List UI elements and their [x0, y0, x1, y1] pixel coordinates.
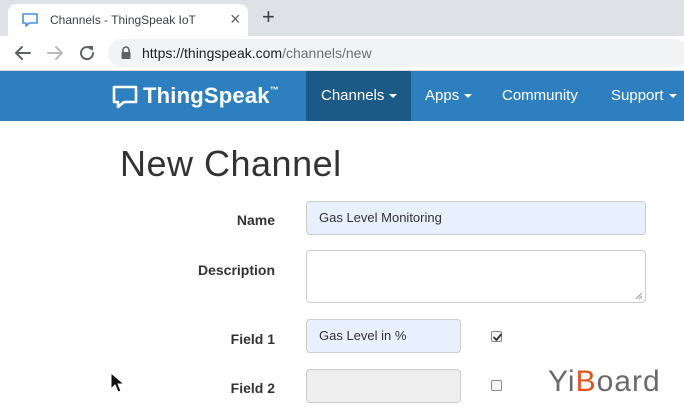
chevron-down-icon	[464, 94, 473, 99]
nav-channels[interactable]: Channels	[306, 71, 411, 121]
url-text: https://thingspeak.com/channels/new	[142, 45, 372, 61]
back-arrow-icon[interactable]	[12, 42, 34, 64]
brand-name: ThingSpeak™	[143, 83, 279, 109]
mouse-cursor-icon	[110, 372, 126, 393]
tab-title: Channels - ThingSpeak IoT	[50, 13, 196, 27]
description-textarea[interactable]	[306, 250, 646, 303]
new-tab-icon[interactable]: +	[262, 6, 275, 28]
field2-label: Field 2	[230, 380, 275, 396]
nav-apps[interactable]: Apps	[425, 71, 473, 121]
browser-tab-strip: Channels - ThingSpeak IoT × +	[0, 0, 684, 36]
nav-support[interactable]: Support	[611, 71, 677, 121]
reload-icon[interactable]	[76, 42, 98, 64]
trademark-mark: ™	[269, 85, 279, 95]
site-navbar: ThingSpeak™ Channels Apps Community Supp…	[0, 71, 684, 121]
browser-toolbar: https://thingspeak.com/channels/new	[0, 36, 684, 71]
name-label: Name	[236, 212, 275, 228]
nav-support-text: Support	[611, 87, 664, 104]
watermark-prefix: Yi	[548, 365, 576, 398]
watermark-accent: B	[575, 365, 597, 398]
field1-input-value: Gas Level in %	[319, 328, 407, 343]
brand-text: ThingSpeak	[143, 83, 270, 108]
field2-input[interactable]	[306, 369, 461, 403]
field2-checkbox[interactable]	[491, 380, 502, 391]
field1-checkbox[interactable]	[491, 331, 502, 342]
nav-community-text: Community	[502, 87, 578, 104]
name-input[interactable]: Gas Level Monitoring	[306, 201, 646, 235]
yiboard-watermark: YiBoard	[548, 365, 661, 399]
checkmark-icon	[493, 333, 502, 341]
field1-label: Field 1	[230, 331, 275, 347]
resize-grip-icon[interactable]	[635, 292, 643, 300]
description-label: Description	[197, 262, 275, 278]
address-bar[interactable]: https://thingspeak.com/channels/new	[108, 39, 684, 67]
field1-input[interactable]: Gas Level in %	[306, 319, 461, 353]
thingspeak-logo-icon	[112, 85, 138, 109]
watermark-suffix: oard	[596, 365, 661, 398]
tab-close-icon[interactable]: ×	[230, 10, 241, 28]
chevron-down-icon	[668, 94, 677, 99]
nav-channels-label: Channels	[321, 71, 398, 121]
page-title: New Channel	[120, 143, 342, 184]
forward-arrow-icon[interactable]	[44, 42, 66, 64]
url-path: /channels/new	[282, 45, 372, 61]
name-input-value: Gas Level Monitoring	[319, 210, 442, 225]
thingspeak-favicon-icon	[22, 13, 38, 27]
browser-tab[interactable]: Channels - ThingSpeak IoT ×	[8, 4, 248, 36]
lock-icon	[121, 46, 131, 59]
nav-apps-text: Apps	[425, 87, 460, 104]
nav-channels-text: Channels	[321, 87, 385, 104]
chevron-down-icon	[389, 94, 398, 99]
nav-community[interactable]: Community	[502, 71, 578, 121]
url-host: https://thingspeak.com	[142, 45, 283, 61]
